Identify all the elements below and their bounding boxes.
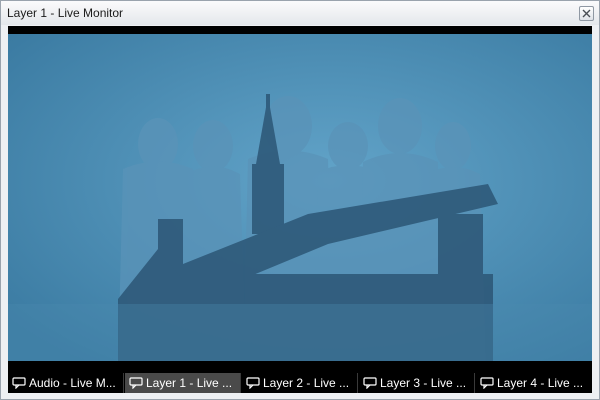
tab-label: Audio - Live M... xyxy=(29,376,116,390)
close-button[interactable] xyxy=(579,6,594,21)
video-viewport xyxy=(8,26,592,373)
window-title: Layer 1 - Live Monitor xyxy=(7,6,124,20)
monitor-speech-icon xyxy=(246,377,260,389)
monitor-speech-icon xyxy=(480,377,494,389)
tab-layer-2-live-monitor[interactable]: Layer 2 - Live ... xyxy=(242,373,358,393)
tab-label: Layer 1 - Live ... xyxy=(146,376,233,390)
tab-layer-4-live-monitor[interactable]: Layer 4 - Live ... xyxy=(476,373,592,393)
tab-label: Layer 2 - Live ... xyxy=(263,376,350,390)
live-monitor-window: Layer 1 - Live Monitor Audio - Live M...… xyxy=(0,0,600,400)
tab-layer-1-live-monitor[interactable]: Layer 1 - Live ... xyxy=(125,373,241,393)
close-icon xyxy=(582,9,591,18)
monitor-speech-icon xyxy=(363,377,377,389)
tab-label: Layer 3 - Live ... xyxy=(380,376,467,390)
tab-layer-3-live-monitor[interactable]: Layer 3 - Live ... xyxy=(359,373,475,393)
monitor-speech-icon xyxy=(12,377,26,389)
monitor-speech-icon xyxy=(129,377,143,389)
tab-label: Layer 4 - Live ... xyxy=(497,376,584,390)
tab-audio-live-monitor[interactable]: Audio - Live M... xyxy=(8,373,124,393)
live-video-frame xyxy=(8,34,592,361)
monitor-tab-bar: Audio - Live M... Layer 1 - Live ... Lay… xyxy=(8,373,592,393)
title-bar[interactable]: Layer 1 - Live Monitor xyxy=(1,1,599,25)
